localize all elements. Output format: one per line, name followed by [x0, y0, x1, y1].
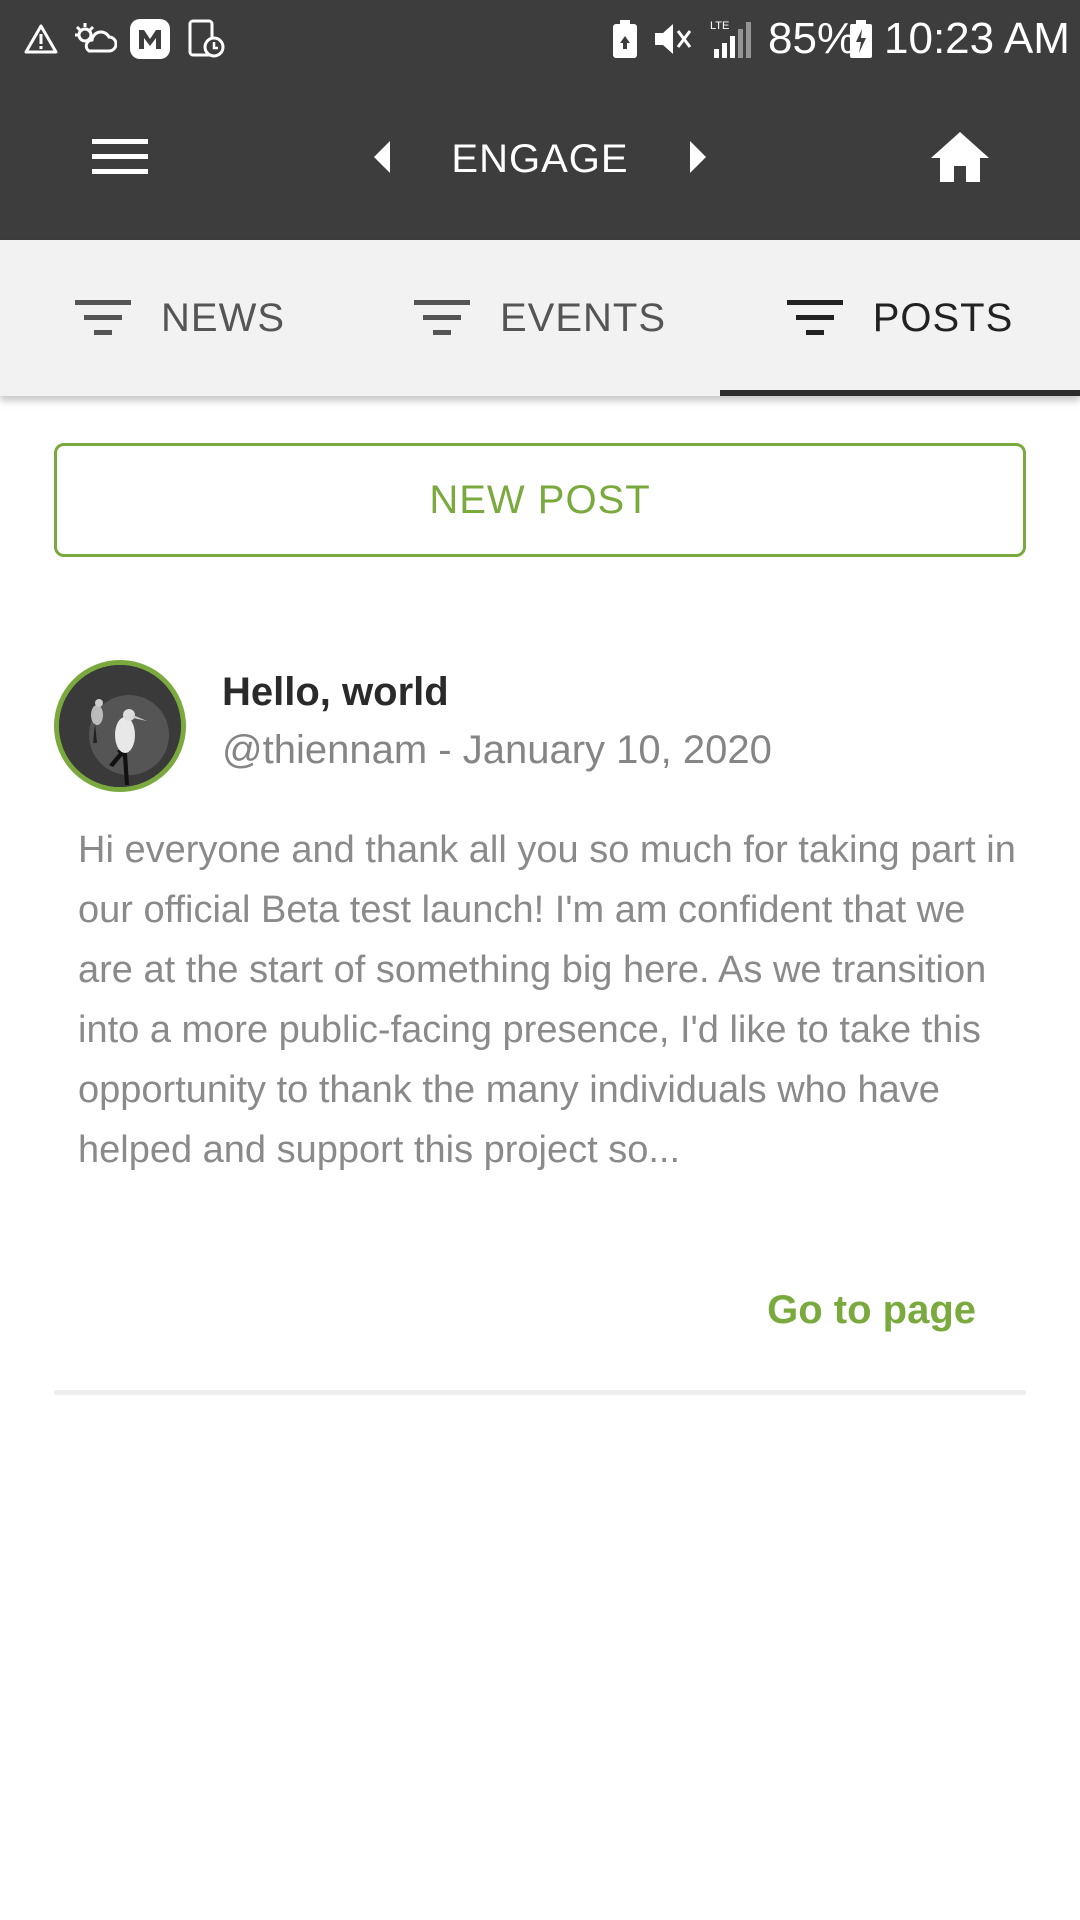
network-label: LTE: [710, 20, 729, 32]
avatar[interactable]: [54, 660, 186, 792]
home-icon: [929, 130, 991, 189]
post-card: Hello, world @thiennam - January 10, 202…: [54, 640, 1026, 1400]
bird-photo-icon: [59, 665, 181, 787]
mute-icon: [652, 19, 694, 59]
caret-left-icon: [372, 140, 392, 179]
screen: LTE 85% 10:23 AM ENGAGE NEWS EVENTS POST…: [0, 0, 1080, 1920]
tab-news-label: NEWS: [161, 295, 285, 340]
battery-percent: 85%: [768, 14, 857, 63]
active-tab-indicator: [720, 390, 1080, 396]
post-excerpt: Hi everyone and thank all you so much fo…: [78, 829, 1016, 1171]
tab-posts-label: POSTS: [872, 295, 1014, 340]
new-post-button[interactable]: NEW POST: [54, 443, 1026, 557]
menu-button[interactable]: [72, 122, 168, 196]
post-author-date: @thiennam - January 10, 2020: [222, 728, 772, 772]
caret-right-icon: [688, 140, 708, 179]
tab-posts[interactable]: POSTS: [720, 240, 1080, 396]
tab-events[interactable]: EVENTS: [360, 240, 720, 396]
previous-section-button[interactable]: [352, 122, 412, 196]
tab-news[interactable]: NEWS: [0, 240, 360, 396]
filter-icon: [786, 298, 843, 338]
go-to-page-link[interactable]: Go to page: [767, 1288, 976, 1333]
tab-bar: NEWS EVENTS POSTS: [0, 240, 1080, 396]
clock: 10:23 AM: [884, 14, 1070, 63]
weather-icon: [72, 19, 118, 59]
status-bar: LTE 85% 10:23 AM: [0, 0, 1080, 78]
hamburger-menu-icon: [92, 137, 148, 182]
phone-clock-icon: [186, 19, 226, 59]
post-title[interactable]: Hello, world: [222, 670, 449, 715]
tab-events-label: EVENTS: [499, 295, 667, 340]
filter-icon: [413, 298, 470, 338]
post-divider: [54, 1390, 1026, 1395]
filter-icon: [75, 298, 131, 338]
app-title: ENGAGE: [451, 136, 629, 181]
signal-icon: LTE: [708, 19, 754, 59]
battery-charging-icon: [848, 19, 874, 59]
battery-saver-icon: [610, 19, 640, 59]
warning-icon: [22, 19, 60, 59]
app-m-icon: [128, 19, 172, 59]
next-section-button[interactable]: [668, 122, 728, 196]
app-bar: ENGAGE: [0, 78, 1080, 240]
home-button[interactable]: [918, 120, 1002, 198]
